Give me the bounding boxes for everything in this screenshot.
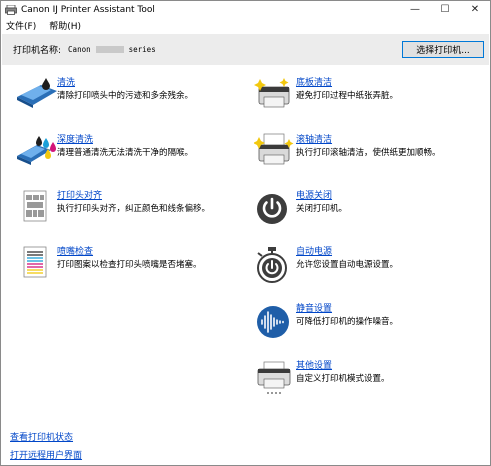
bottom-plate-cleaning-item: 底板清洁 避免打印过程中纸张弄脏。 xyxy=(254,75,484,115)
deep-cleaning-item: 深度清洗 清理普通清洗无法清洗干净的隔喉。 xyxy=(15,132,235,172)
minimize-button[interactable]: — xyxy=(400,1,430,18)
app-window: Canon IJ Printer Assistant Tool — ☐ ✕ 文件… xyxy=(0,0,491,466)
auto-power-icon xyxy=(257,247,287,283)
print-head-alignment-item: 打印头对齐 执行打印头对齐，纠正颜色和线条偏移。 xyxy=(15,188,235,228)
menu-bar: 文件(F) 帮助(H) xyxy=(1,18,490,33)
quiet-setting-item: 静音设置 可降低打印机的操作噪音。 xyxy=(254,301,484,341)
open-remote-ui-link[interactable]: 打开远程用户界面 xyxy=(10,448,82,461)
cleaning-icon xyxy=(17,78,57,108)
deep-cleaning-description: 清理普通清洗无法清洗干净的隔喉。 xyxy=(57,148,194,158)
power-off-icon xyxy=(257,194,287,224)
roller-cleaning-link[interactable]: 滚轴清洁 xyxy=(296,132,332,145)
roller-cleaning-description: 执行打印滚轴清洁，使供纸更加顺畅。 xyxy=(296,148,441,158)
bottom-plate-cleaning-link[interactable]: 底板清洁 xyxy=(296,75,332,88)
deep-cleaning-link[interactable]: 深度清洗 xyxy=(57,132,93,145)
maximize-button[interactable]: ☐ xyxy=(430,1,460,18)
cleaning-link[interactable]: 清洗 xyxy=(57,75,75,88)
printer-name-value: Canon series xyxy=(68,45,156,54)
select-printer-button[interactable]: 选择打印机... xyxy=(402,41,484,58)
custom-settings-item: 其他设置 自定义打印机模式设置。 xyxy=(254,358,484,398)
custom-settings-link[interactable]: 其他设置 xyxy=(296,358,332,371)
menu-help[interactable]: 帮助(H) xyxy=(49,19,81,32)
auto-power-link[interactable]: 自动电源 xyxy=(296,244,332,257)
nozzle-check-icon xyxy=(23,246,47,278)
view-printer-status-link[interactable]: 查看打印机状态 xyxy=(10,430,73,443)
title-bar: Canon IJ Printer Assistant Tool — ☐ ✕ xyxy=(1,1,490,18)
quiet-setting-link[interactable]: 静音设置 xyxy=(296,301,332,314)
window-title: Canon IJ Printer Assistant Tool xyxy=(21,4,155,15)
power-off-item: 电源关闭 关闭打印机。 xyxy=(254,188,484,228)
print-head-alignment-link[interactable]: 打印头对齐 xyxy=(57,188,102,201)
print-head-alignment-description: 执行打印头对齐，纠正颜色和线条偏移。 xyxy=(57,204,211,214)
printer-name-prefix: Canon xyxy=(68,45,91,54)
bottom-plate-cleaning-icon xyxy=(254,78,290,108)
cleaning-description: 清除打印喷头中的污迹和多余残余。 xyxy=(57,91,194,101)
print-head-alignment-icon xyxy=(23,190,47,222)
printer-name-label: 打印机名称: xyxy=(13,46,62,56)
nozzle-check-link[interactable]: 喷嘴检查 xyxy=(57,244,93,257)
cleaning-item: 清洗 清除打印喷头中的污迹和多余残余。 xyxy=(15,75,235,115)
auto-power-description: 允许您设置自动电源设置。 xyxy=(296,260,399,270)
custom-settings-icon xyxy=(257,361,291,394)
printer-app-icon xyxy=(5,4,17,15)
printer-selection-bar: 打印机名称: Canon series 选择打印机... xyxy=(2,34,489,65)
menu-file[interactable]: 文件(F) xyxy=(6,19,36,32)
deep-cleaning-icon xyxy=(17,136,56,165)
window-controls: — ☐ ✕ xyxy=(400,1,490,18)
power-off-description: 关闭打印机。 xyxy=(296,204,348,214)
close-button[interactable]: ✕ xyxy=(460,1,490,18)
printer-name-suffix: series xyxy=(128,45,156,54)
nozzle-check-description: 打印图案以检查打印头喷嘴是否堵塞。 xyxy=(57,260,202,270)
roller-cleaning-icon xyxy=(254,133,294,165)
bottom-plate-cleaning-description: 避免打印过程中纸张弄脏。 xyxy=(296,91,399,101)
custom-settings-description: 自定义打印机模式设置。 xyxy=(296,374,390,384)
quiet-setting-description: 可降低打印机的操作噪音。 xyxy=(296,317,399,327)
printer-model-redacted xyxy=(95,46,124,53)
auto-power-item: 自动电源 允许您设置自动电源设置。 xyxy=(254,244,484,284)
quiet-setting-icon xyxy=(257,306,289,338)
roller-cleaning-item: 滚轴清洁 执行打印滚轴清洁，使供纸更加顺畅。 xyxy=(254,132,484,172)
nozzle-check-item: 喷嘴检查 打印图案以检查打印头喷嘴是否堵塞。 xyxy=(15,244,235,284)
power-off-link[interactable]: 电源关闭 xyxy=(296,188,332,201)
